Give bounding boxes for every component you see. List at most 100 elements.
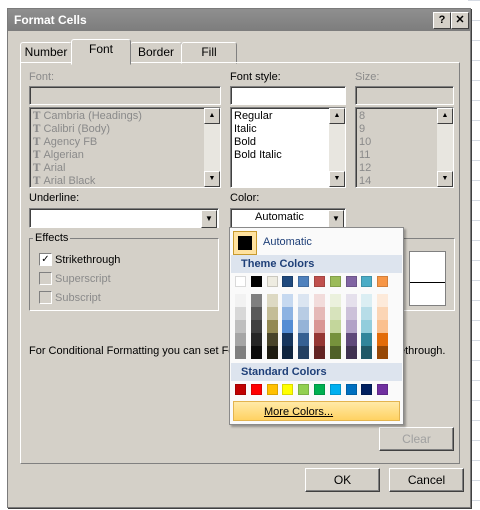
standard-color-swatch[interactable] <box>329 384 341 395</box>
theme-shade-swatch[interactable] <box>235 294 246 307</box>
color-dropdown[interactable]: Automatic ▼ <box>230 208 346 228</box>
theme-shade-swatch[interactable] <box>329 333 341 346</box>
theme-shade-swatch[interactable] <box>298 333 310 346</box>
theme-color-swatch[interactable] <box>298 276 310 287</box>
theme-color-swatch[interactable] <box>345 276 357 287</box>
theme-shade-swatch[interactable] <box>298 320 310 333</box>
tab-number[interactable]: Number <box>20 42 72 64</box>
theme-color-swatch[interactable] <box>377 276 389 287</box>
theme-shade-swatch[interactable] <box>282 294 294 307</box>
scroll-up-icon[interactable]: ▲ <box>437 108 453 124</box>
list-item[interactable]: Italic <box>234 123 257 136</box>
list-item[interactable]: 12 <box>359 162 371 175</box>
standard-color-swatch[interactable] <box>345 384 357 395</box>
chevron-down-icon[interactable]: ▼ <box>201 210 217 228</box>
strikethrough-checkbox[interactable]: ✓ <box>39 253 52 266</box>
theme-shade-swatch[interactable] <box>298 307 310 320</box>
list-item[interactable]: T Calibri (Body) <box>33 123 110 136</box>
theme-color-swatch[interactable] <box>250 276 262 287</box>
theme-shade-swatch[interactable] <box>266 307 278 320</box>
theme-shade-swatch[interactable] <box>235 320 246 333</box>
theme-color-swatch[interactable] <box>314 276 325 287</box>
size-input[interactable] <box>355 86 454 105</box>
list-item[interactable]: 9 <box>359 123 365 136</box>
theme-shade-swatch[interactable] <box>282 320 294 333</box>
list-item[interactable]: 8 <box>359 110 365 123</box>
scroll-down-icon[interactable]: ▼ <box>437 171 453 187</box>
underline-dropdown[interactable]: ▼ <box>29 208 219 228</box>
list-item[interactable]: 11 <box>359 149 370 162</box>
standard-color-swatch[interactable] <box>282 384 294 395</box>
standard-color-swatch[interactable] <box>266 384 278 395</box>
theme-shade-swatch[interactable] <box>314 294 325 307</box>
scroll-up-icon[interactable]: ▲ <box>204 108 220 124</box>
standard-color-swatch[interactable] <box>250 384 262 395</box>
theme-color-swatch[interactable] <box>282 276 294 287</box>
clear-button[interactable]: Clear <box>379 427 454 451</box>
theme-shade-swatch[interactable] <box>314 333 325 346</box>
font-style-list[interactable]: Regular Italic Bold Bold Italic ▲ ▼ <box>230 107 346 188</box>
theme-shade-swatch[interactable] <box>345 320 357 333</box>
automatic-option[interactable]: Automatic <box>263 236 312 248</box>
subscript-checkbox[interactable] <box>39 291 52 304</box>
standard-color-swatch[interactable] <box>298 384 310 395</box>
theme-shade-swatch[interactable] <box>329 307 341 320</box>
theme-shade-swatch[interactable] <box>361 294 373 307</box>
theme-shade-swatch[interactable] <box>329 294 341 307</box>
list-item[interactable]: T Agency FB <box>33 136 97 149</box>
theme-shade-swatch[interactable] <box>345 346 357 359</box>
list-item[interactable]: 14 <box>359 175 371 188</box>
tab-fill[interactable]: Fill <box>181 42 237 64</box>
theme-shade-swatch[interactable] <box>329 320 341 333</box>
standard-color-swatch[interactable] <box>314 384 325 395</box>
chevron-down-icon[interactable]: ▼ <box>328 210 344 228</box>
theme-shade-swatch[interactable] <box>282 307 294 320</box>
theme-shade-swatch[interactable] <box>298 294 310 307</box>
theme-shade-swatch[interactable] <box>361 320 373 333</box>
theme-shade-swatch[interactable] <box>250 307 262 320</box>
theme-shade-swatch[interactable] <box>314 346 325 359</box>
theme-shade-swatch[interactable] <box>266 294 278 307</box>
theme-color-swatch[interactable] <box>329 276 341 287</box>
font-input[interactable] <box>29 86 221 105</box>
theme-shade-swatch[interactable] <box>329 346 341 359</box>
theme-shade-swatch[interactable] <box>377 294 389 307</box>
font-style-scrollbar[interactable]: ▲ ▼ <box>329 108 345 187</box>
theme-shade-swatch[interactable] <box>377 307 389 320</box>
theme-shade-swatch[interactable] <box>282 333 294 346</box>
theme-color-swatch[interactable] <box>361 276 373 287</box>
list-item[interactable]: T Algerian <box>33 149 84 162</box>
theme-shade-swatch[interactable] <box>282 346 294 359</box>
font-list[interactable]: T Cambria (Headings) T Calibri (Body) T Age… <box>29 107 221 188</box>
more-colors-button[interactable]: More Colors... <box>233 401 400 421</box>
theme-shade-swatch[interactable] <box>361 333 373 346</box>
theme-shade-swatch[interactable] <box>377 333 389 346</box>
standard-color-swatch[interactable] <box>235 384 246 395</box>
theme-shade-swatch[interactable] <box>250 320 262 333</box>
size-list[interactable]: 8 9 10 11 12 14 ▲ ▼ <box>355 107 454 188</box>
close-button[interactable]: ✕ <box>451 12 469 29</box>
size-list-scrollbar[interactable]: ▲ ▼ <box>437 108 453 187</box>
list-item[interactable]: T Arial <box>33 162 65 175</box>
theme-shade-swatch[interactable] <box>345 307 357 320</box>
font-style-input[interactable] <box>230 86 346 105</box>
list-item[interactable]: T Cambria (Headings) <box>33 110 142 123</box>
theme-shade-swatch[interactable] <box>377 320 389 333</box>
theme-shade-swatch[interactable] <box>345 333 357 346</box>
theme-shade-swatch[interactable] <box>266 320 278 333</box>
theme-shade-swatch[interactable] <box>235 307 246 320</box>
superscript-checkbox[interactable] <box>39 272 52 285</box>
cancel-button[interactable]: Cancel <box>389 468 464 492</box>
automatic-swatch-frame[interactable] <box>233 231 257 255</box>
list-item[interactable]: Regular <box>234 110 273 123</box>
theme-shade-swatch[interactable] <box>266 346 278 359</box>
theme-shade-swatch[interactable] <box>250 346 262 359</box>
theme-shade-swatch[interactable] <box>314 320 325 333</box>
theme-shade-swatch[interactable] <box>361 307 373 320</box>
standard-color-swatch[interactable] <box>377 384 389 395</box>
font-list-scrollbar[interactable]: ▲ ▼ <box>204 108 220 187</box>
scroll-down-icon[interactable]: ▼ <box>329 171 345 187</box>
standard-color-swatch[interactable] <box>361 384 373 395</box>
theme-shade-swatch[interactable] <box>314 307 325 320</box>
list-item[interactable]: T Arial Black <box>33 175 95 188</box>
